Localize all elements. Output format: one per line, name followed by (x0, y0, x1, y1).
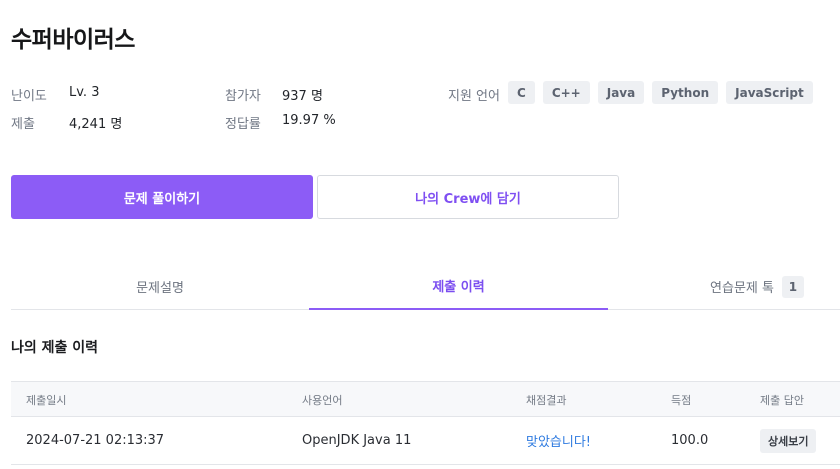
submission-score: 100.0 (671, 433, 709, 448)
column-header: 사용언어 (302, 393, 343, 407)
column-header: 제출일시 (26, 393, 67, 407)
tab-label: 제출 이력 (432, 280, 485, 295)
languages-label: 지원 언어 (448, 89, 500, 104)
submission-result: 맞았습니다! (526, 435, 592, 450)
column-header: 채점결과 (526, 393, 567, 407)
language-chip: Java (597, 81, 645, 104)
problem-title: 수퍼바이러스 (11, 27, 135, 53)
tab-practice-talk[interactable]: 연습문제 톡 1 (608, 263, 840, 310)
language-chip: C++ (542, 81, 590, 104)
table-header: 제출일시 사용언어 채점결과 득점 제출 답안 (11, 381, 840, 417)
accuracy-value: 19.97 % (282, 113, 336, 128)
tab-count-badge: 1 (781, 275, 804, 298)
participants-value: 937 명 (282, 89, 323, 104)
language-chip: C (508, 81, 535, 104)
section-title: 나의 제출 이력 (11, 340, 99, 356)
participants-label: 참가자 (225, 89, 261, 104)
submission-date: 2024-07-21 02:13:37 (26, 433, 165, 448)
language-chip-list: C C++ Java Python JavaScript (508, 81, 813, 104)
difficulty-label: 난이도 (11, 89, 47, 104)
language-chip: Python (652, 81, 719, 104)
view-detail-button[interactable]: 상세보기 (760, 428, 817, 453)
difficulty-value: Lv. 3 (69, 85, 100, 100)
solve-button[interactable]: 문제 풀이하기 (11, 175, 313, 219)
language-chip: JavaScript (726, 81, 813, 104)
tab-description[interactable]: 문제설명 (11, 263, 309, 310)
column-header: 득점 (671, 393, 692, 407)
tab-submission-history[interactable]: 제출 이력 (309, 263, 608, 310)
accuracy-label: 정답률 (225, 117, 261, 132)
detail-cell: 상세보기 (760, 417, 817, 464)
add-to-crew-button[interactable]: 나의 Crew에 담기 (317, 175, 619, 219)
submit-value: 4,241 명 (69, 117, 123, 132)
submission-language: OpenJDK Java 11 (302, 433, 412, 448)
tab-bar: 문제설명 제출 이력 연습문제 톡 1 (11, 263, 840, 310)
tab-label: 연습문제 톡 (710, 281, 774, 296)
table-row: 2024-07-21 02:13:37 OpenJDK Java 11 맞았습니… (11, 417, 840, 465)
column-header: 제출 답안 (760, 393, 804, 407)
tab-label: 문제설명 (136, 281, 184, 296)
submit-label: 제출 (11, 117, 35, 132)
